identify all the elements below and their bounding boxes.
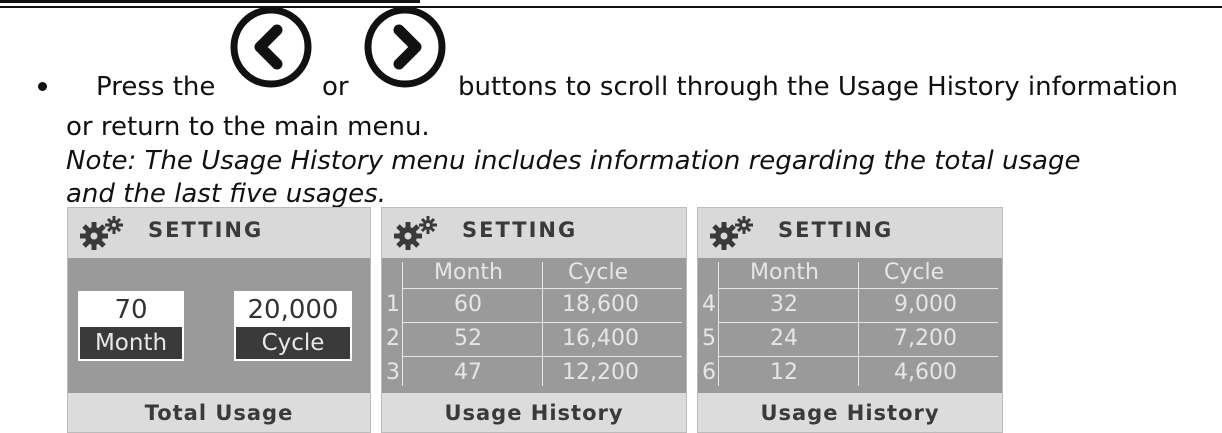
column-header-month: Month (750, 260, 819, 285)
note-line-1: Note: The Usage History menu includes in… (66, 146, 1081, 176)
column-divider (402, 262, 403, 386)
panel-header: SETTING (382, 208, 686, 258)
top-rule (0, 6, 1222, 8)
row-month: 24 (770, 326, 798, 351)
column-header-cycle: Cycle (884, 260, 945, 285)
row-divider (402, 322, 682, 323)
row-index: 6 (702, 360, 716, 385)
or-text: or (322, 72, 349, 102)
month-box: 70 Month (78, 291, 184, 361)
row-month: 47 (454, 360, 482, 385)
gears-icon (80, 216, 123, 250)
row-index: 3 (386, 360, 400, 385)
row-divider (718, 288, 998, 289)
panel-header: SETTING (698, 208, 1002, 258)
row-divider (402, 356, 682, 357)
column-divider (718, 262, 719, 386)
panel-footer: Usage History (698, 393, 1002, 432)
row-month: 12 (770, 360, 798, 385)
cycle-box: 20,000 Cycle (234, 291, 352, 361)
row-cycle: 4,600 (894, 360, 957, 385)
row-index: 1 (386, 292, 400, 317)
press-the-text: Press the (96, 72, 216, 102)
row-index: 2 (386, 326, 400, 351)
row-divider (402, 288, 682, 289)
month-value: 70 (114, 295, 148, 325)
gears-icon (710, 216, 753, 250)
chevron-left-circle-icon (228, 4, 314, 90)
note-line-2: and the last five usages. (66, 179, 386, 209)
row-month: 32 (770, 292, 798, 317)
chevron-right-circle-icon (362, 4, 448, 90)
total-usage-panel: SETTING 70 Month 20,000 Cycle Total Usag… (67, 207, 371, 433)
panel-footer: Total Usage (68, 393, 370, 432)
month-label: Month (80, 327, 182, 359)
cycle-label: Cycle (236, 327, 350, 359)
column-header-cycle: Cycle (568, 260, 629, 285)
setting-label: SETTING (148, 218, 264, 242)
row-divider (718, 356, 998, 357)
row-cycle: 16,400 (562, 326, 639, 351)
instruction-line-2: or return to the main menu. (66, 112, 430, 142)
buttons-scroll-text: buttons to scroll through the Usage Hist… (458, 72, 1178, 102)
row-cycle: 12,200 (562, 360, 639, 385)
column-divider (542, 262, 543, 386)
top-rule-accent (0, 0, 420, 3)
row-divider (718, 322, 998, 323)
row-cycle: 9,000 (894, 292, 957, 317)
bullet-dot (38, 82, 47, 91)
history-table: Month Cycle 1 60 18,600 2 52 16,400 3 47… (382, 258, 686, 393)
panel-body: 70 Month 20,000 Cycle (68, 258, 370, 393)
instruction-line-1: Press the or buttons to scroll through t… (68, 6, 1208, 126)
row-cycle: 7,200 (894, 326, 957, 351)
row-cycle: 18,600 (562, 292, 639, 317)
panel-footer: Usage History (382, 393, 686, 432)
row-month: 60 (454, 292, 482, 317)
setting-label: SETTING (462, 218, 578, 242)
row-month: 52 (454, 326, 482, 351)
usage-history-panel-1: SETTING Month Cycle 1 60 18,600 2 52 16,… (381, 207, 687, 433)
column-header-month: Month (434, 260, 503, 285)
row-index: 4 (702, 292, 716, 317)
history-table: Month Cycle 4 32 9,000 5 24 7,200 6 12 4… (698, 258, 1002, 393)
usage-history-panel-2: SETTING Month Cycle 4 32 9,000 5 24 7,20… (697, 207, 1003, 433)
panel-header: SETTING (68, 208, 370, 258)
column-divider (858, 262, 859, 386)
setting-label: SETTING (778, 218, 894, 242)
row-index: 5 (702, 326, 716, 351)
cycle-value: 20,000 (247, 295, 339, 325)
gears-icon (394, 216, 437, 250)
